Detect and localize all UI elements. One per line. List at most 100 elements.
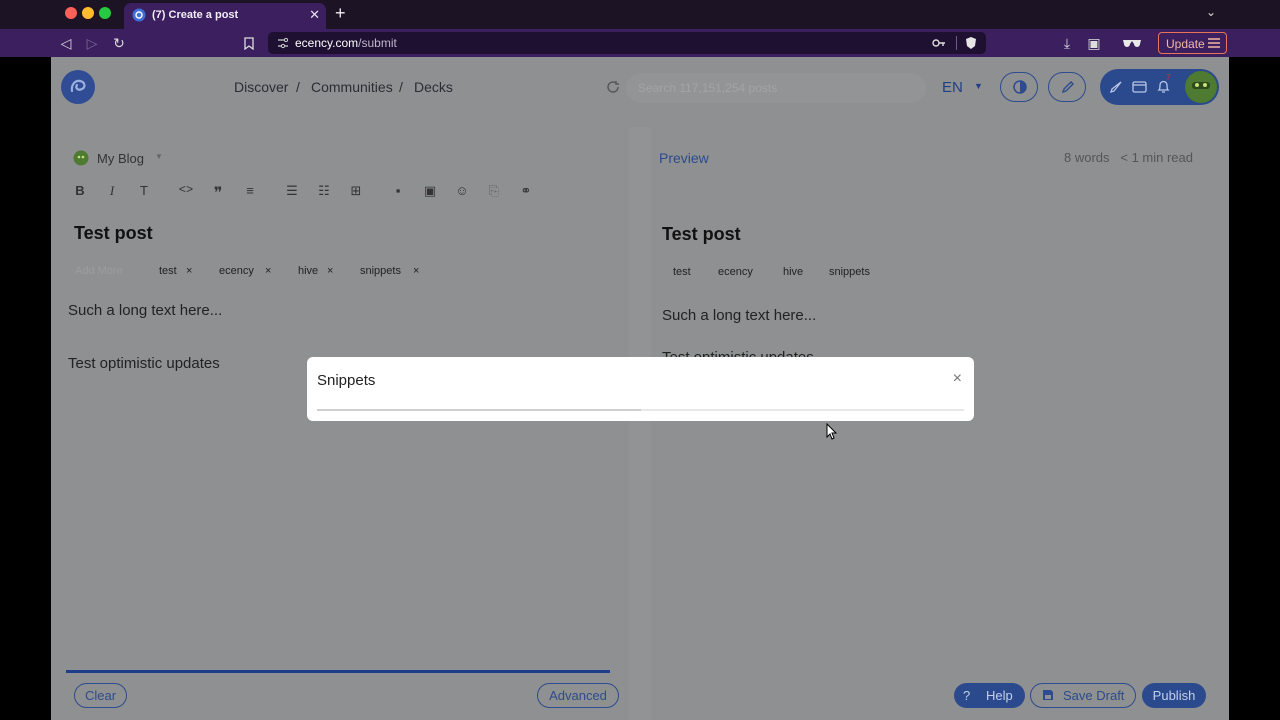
editor-body-line[interactable]: Such a long text here... [68,302,222,319]
panel-divider [629,127,651,720]
modal-title: Snippets [317,372,376,389]
add-more-placeholder: Add More [75,265,123,277]
chevron-down-icon[interactable]: ⌄ [1206,5,1216,19]
sidebar-icon[interactable]: ▣ [1084,33,1104,53]
caret-down-icon[interactable]: ▼ [974,81,983,91]
hamburger-menu-icon [1208,38,1220,48]
minimize-window-button[interactable] [82,7,94,19]
snippets-modal: Snippets × [307,357,974,421]
active-tab[interactable]: (7) Create a post ✕ [124,3,326,29]
tag-chip: hive [298,265,319,277]
nav-communities[interactable]: Communities [311,79,393,95]
wallet-icon[interactable] [1132,80,1147,93]
pencil-icon [1061,81,1074,94]
address-bar[interactable]: ecency.com/submit [268,32,986,54]
code-icon[interactable]: <> [177,183,195,197]
nav-separator: / [399,79,403,95]
nav-discover[interactable]: Discover [234,79,288,95]
save-icon [1043,690,1053,700]
close-window-button[interactable] [65,7,77,19]
refresh-icon[interactable] [606,80,620,94]
forward-icon[interactable]: ▷ [82,33,102,53]
clear-button[interactable]: Clear [74,683,127,708]
snippet-icon[interactable]: ⎘ [485,183,503,199]
ecency-logo[interactable] [61,70,95,104]
tags-input[interactable]: Add More test × ecency × hive × snippets… [71,261,627,285]
bell-icon[interactable] [1157,80,1170,94]
bookmark-icon[interactable] [239,33,259,53]
editor-panel: My Blog ▼ B I T <> ❞ ≡ ☰ ☷ ⊞ ▪ ▣ ☺ ⎘ ⚭ T… [51,127,629,720]
search-placeholder: Search 117,151,254 posts [638,81,778,95]
video-icon[interactable]: ▣ [421,183,439,199]
avatar-icon [1186,72,1216,102]
heading-icon[interactable]: T [135,183,153,198]
nav-separator: / [296,79,300,95]
contrast-icon [1013,80,1027,94]
tag-remove-icon[interactable]: × [327,265,333,277]
nav-decks[interactable]: Decks [414,79,453,95]
close-icon[interactable]: × [953,370,962,388]
back-icon[interactable]: ◁ [56,33,76,53]
preview-tag[interactable]: snippets [829,266,870,278]
align-icon[interactable]: ≡ [241,183,259,198]
table-icon[interactable]: ⊞ [347,183,365,199]
update-button[interactable]: Update [1158,32,1227,54]
ecency-favicon-icon [132,8,146,22]
tag-remove-icon[interactable]: × [265,265,271,277]
new-tab-button[interactable]: + [335,3,346,23]
advanced-button[interactable]: Advanced [537,683,619,708]
key-icon[interactable] [932,38,946,48]
maximize-window-button[interactable] [99,7,111,19]
bold-icon[interactable]: B [71,183,89,198]
preview-label: Preview [659,150,709,166]
editor-toolbar: B I T <> ❞ ≡ ☰ ☷ ⊞ ▪ ▣ ☺ ⎘ ⚭ [51,177,629,207]
download-icon[interactable]: ⤓ [1057,33,1077,53]
preview-tag[interactable]: hive [783,266,803,278]
editor-body-line[interactable]: Test optimistic updates [68,355,220,372]
ordered-list-icon[interactable]: ☰ [283,183,301,199]
notification-badge: 7 [1166,73,1171,82]
rocket-icon[interactable] [1109,80,1123,94]
tab-title: (7) Create a post [152,9,239,21]
browser-tab-bar: (7) Create a post ✕ + ⌄ [0,0,1280,29]
brave-shield-icon[interactable] [965,36,977,50]
tag-remove-icon[interactable]: × [186,265,192,277]
link-icon[interactable]: ⚭ [517,183,535,199]
preview-title: Test post [662,224,741,244]
tag-chip: ecency [219,265,254,277]
tag-chip: snippets [360,265,401,277]
search-input[interactable]: Search 117,151,254 posts [626,73,926,103]
tag-chip: test [159,265,177,277]
write-post-button[interactable] [1048,72,1086,102]
preview-body-line: Such a long text here... [662,307,817,324]
blog-avatar-icon [73,150,89,166]
wallet-glasses-icon[interactable] [1122,38,1142,48]
help-button[interactable]: ? Help [954,683,1025,708]
save-draft-button[interactable]: Save Draft [1030,683,1136,708]
tab-close-icon[interactable]: ✕ [309,7,320,23]
preview-tag[interactable]: test [673,266,691,278]
image-icon[interactable]: ▪ [389,183,407,198]
publish-button[interactable]: Publish [1142,683,1206,708]
url-text: ecency.com/submit [295,36,397,50]
quote-icon[interactable]: ❞ [209,183,227,203]
emoji-icon[interactable]: ☺ [453,183,471,198]
editor-progress-line [66,670,610,673]
user-menu[interactable]: 7 [1100,69,1219,105]
omnibox-divider [956,36,957,50]
site-settings-icon[interactable] [277,37,289,49]
unordered-list-icon[interactable]: ☷ [315,183,333,199]
browser-toolbar: ◁ ▷ ↻ ecency.com/submit ⤓ ▣ Update [0,29,1280,57]
post-title-input[interactable]: Test post [74,223,153,244]
tag-remove-icon[interactable]: × [413,265,419,277]
caret-down-icon: ▼ [155,152,163,161]
post-stats: 8 words < 1 min read [1064,150,1193,165]
loading-progress-fill [317,409,641,411]
language-selector[interactable]: EN [942,79,963,96]
avatar[interactable] [1185,71,1217,103]
theme-toggle-button[interactable] [1000,72,1038,102]
ecency-logo-icon [70,79,86,93]
italic-icon[interactable]: I [103,183,121,199]
preview-tag[interactable]: ecency [718,266,753,278]
reload-icon[interactable]: ↻ [109,33,129,53]
